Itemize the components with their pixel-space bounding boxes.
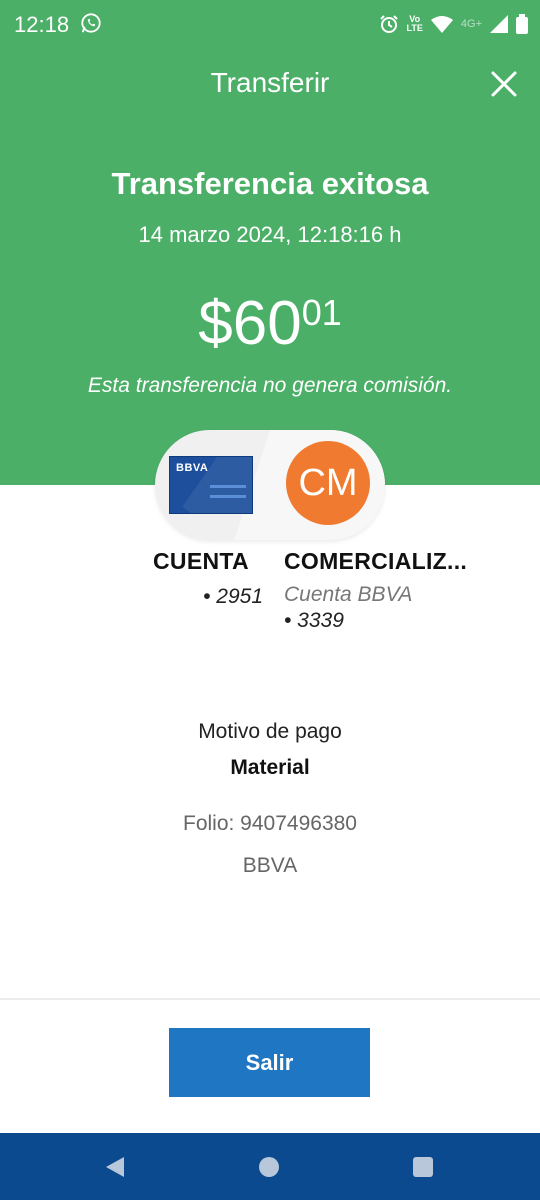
- bank-name: BBVA: [242, 854, 298, 877]
- volte-icon: Vo LTE: [407, 15, 423, 33]
- amount-cents: 01: [301, 292, 342, 333]
- signal-icon: [490, 15, 508, 33]
- recent-apps-icon[interactable]: [413, 1157, 433, 1177]
- folio-number: Folio: 9407496380: [183, 812, 357, 835]
- close-icon[interactable]: [490, 70, 518, 98]
- from-account-name: CUENTA: [153, 548, 249, 574]
- to-account-number: • 3339: [284, 609, 344, 632]
- transfer-amount: $6001: [0, 288, 540, 359]
- to-account: COMERCIALIZ... Cuenta BBVA • 3339: [284, 548, 524, 633]
- transfer-datetime: 14 marzo 2024, 12:18:16 h: [138, 222, 402, 247]
- divider: [0, 998, 540, 1000]
- back-icon[interactable]: [104, 1155, 126, 1179]
- payment-reason-value: Material: [230, 756, 310, 779]
- transfer-accounts-graphic: BBVA CM: [155, 430, 385, 540]
- card-stripe: [210, 495, 246, 498]
- to-account-bank: Cuenta BBVA: [284, 583, 413, 606]
- battery-icon: [516, 14, 528, 34]
- system-nav-bar: [0, 1133, 540, 1200]
- status-time: 12:18: [14, 12, 70, 37]
- from-account: CUENTA • 2951: [153, 548, 263, 609]
- commission-note: Esta transferencia no genera comisión.: [87, 374, 453, 397]
- from-account-number: • 2951: [203, 585, 263, 608]
- to-account-name: COMERCIALIZ...: [284, 548, 468, 574]
- whatsapp-icon: [81, 13, 101, 33]
- alarm-icon: [379, 15, 398, 33]
- success-headline: Transferencia exitosa: [111, 166, 429, 201]
- amount-main: $60: [198, 289, 302, 358]
- card-brand: BBVA: [176, 462, 209, 474]
- status-bar: 12:18 Vo LTE 4G+: [0, 0, 540, 50]
- card-stripe: [210, 485, 246, 488]
- network-type: 4G+: [460, 18, 482, 30]
- bbva-card-icon: BBVA: [169, 456, 253, 514]
- recipient-avatar: CM: [286, 441, 370, 525]
- payment-reason-label: Motivo de pago: [198, 720, 342, 743]
- exit-button[interactable]: Salir: [169, 1028, 370, 1097]
- home-icon[interactable]: [259, 1157, 279, 1177]
- page-title: Transferir: [210, 67, 330, 98]
- volte-line2: LTE: [406, 23, 423, 33]
- wifi-icon: [430, 16, 453, 33]
